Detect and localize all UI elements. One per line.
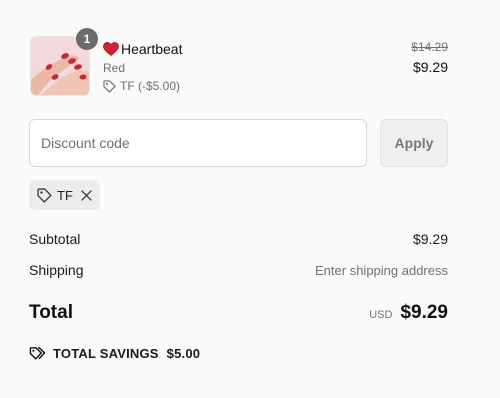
discount-code-input[interactable] xyxy=(29,119,367,167)
total-row: Total USD $9.29 xyxy=(29,301,448,325)
shipping-row: Shipping Enter shipping address xyxy=(29,261,448,279)
savings-label: TOTAL SAVINGS xyxy=(53,346,159,361)
applied-discount-chip: TF xyxy=(29,180,100,210)
original-price: $14.29 xyxy=(411,40,448,54)
total-savings: TOTAL SAVINGS $5.00 xyxy=(29,346,200,361)
shipping-value: Enter shipping address xyxy=(315,262,448,278)
item-discount-label: TF (-$5.00) xyxy=(120,79,181,93)
total-label: Total xyxy=(29,302,73,323)
apply-button[interactable]: Apply xyxy=(380,119,448,167)
discounted-price: $9.29 xyxy=(412,59,448,75)
item-title-row: Heartbeat xyxy=(103,40,182,58)
heart-icon xyxy=(103,42,119,56)
shipping-label: Shipping xyxy=(29,262,84,278)
subtotal-label: Subtotal xyxy=(29,231,81,247)
tags-icon xyxy=(29,347,46,360)
total-amount: USD $9.29 xyxy=(369,302,448,324)
tag-icon xyxy=(37,187,52,203)
item-discount: TF (-$5.00) xyxy=(103,78,182,94)
savings-value: $5.00 xyxy=(166,346,201,361)
item-prices: $14.29 $9.29 xyxy=(411,40,448,75)
cart-line-item: 1 Heartbeat Red TF (-$5.00) $14.29 $9.29 xyxy=(30,28,448,96)
remove-code-button[interactable] xyxy=(81,189,92,201)
item-info: Heartbeat Red TF (-$5.00) xyxy=(103,40,182,94)
subtotal-row: Subtotal $9.29 xyxy=(29,230,448,248)
item-title: Heartbeat xyxy=(121,41,183,57)
tag-icon xyxy=(103,79,116,93)
subtotal-value: $9.29 xyxy=(412,231,448,247)
quantity-badge: 1 xyxy=(76,28,98,50)
applied-code-label: TF xyxy=(57,187,73,203)
total-value: $9.29 xyxy=(400,302,448,323)
discount-form: Apply xyxy=(29,119,448,167)
currency-code: USD xyxy=(369,309,393,321)
item-variant: Red xyxy=(103,61,126,75)
close-icon xyxy=(81,189,92,201)
